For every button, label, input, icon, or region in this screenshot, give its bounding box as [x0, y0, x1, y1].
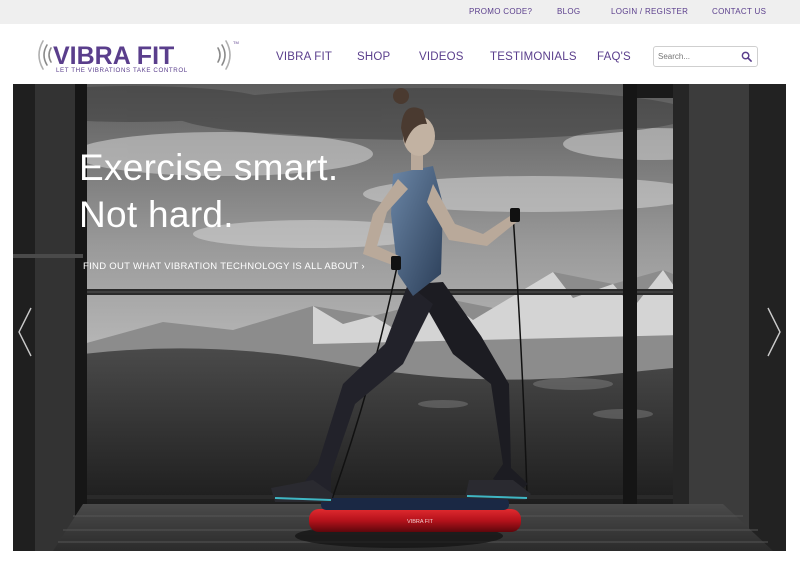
- logo-trademark: TM: [233, 40, 239, 45]
- carousel-prev-arrow-icon[interactable]: [16, 304, 34, 360]
- nav-item-faqs[interactable]: FAQ'S: [597, 51, 631, 63]
- headline-line-2: Not hard.: [79, 194, 234, 235]
- carousel-next-arrow-icon[interactable]: [765, 304, 783, 360]
- vibrafit-logo[interactable]: VIBRA FIT TM LET THE VIBRATIONS TAKE CON…: [38, 36, 243, 76]
- hero-banner: VIBRA FIT Exercise smart. Not hard. FIND…: [13, 84, 786, 551]
- search-icon[interactable]: [741, 51, 752, 62]
- hero-headline: Exercise smart. Not hard.: [79, 144, 338, 238]
- utility-bar: PROMO CODE? BLOG LOGIN / REGISTER CONTAC…: [0, 0, 800, 24]
- learn-vibration-technology-link[interactable]: FIND OUT WHAT VIBRATION TECHNOLOGY IS AL…: [83, 261, 365, 272]
- nav-item-vibrafit[interactable]: VIBRA FIT: [276, 51, 332, 63]
- contact-us-link[interactable]: CONTACT US: [712, 7, 766, 16]
- nav-item-videos[interactable]: VIDEOS: [419, 51, 464, 63]
- site-header: VIBRA FIT TM LET THE VIBRATIONS TAKE CON…: [0, 24, 800, 84]
- nav-item-shop[interactable]: SHOP: [357, 51, 390, 63]
- promo-code-link[interactable]: PROMO CODE?: [469, 7, 532, 16]
- headline-line-1: Exercise smart.: [79, 147, 339, 188]
- logo-tagline: LET THE VIBRATIONS TAKE CONTROL: [56, 67, 188, 74]
- login-register-link[interactable]: LOGIN / REGISTER: [611, 7, 688, 16]
- platform-label: VIBRA FIT: [407, 519, 434, 525]
- nav-item-testimonials[interactable]: TESTIMONIALS: [490, 51, 577, 63]
- search-input[interactable]: [658, 49, 738, 63]
- logo-wordmark: VIBRA FIT: [53, 42, 174, 70]
- search-box: [653, 46, 758, 67]
- blog-link[interactable]: BLOG: [557, 7, 580, 16]
